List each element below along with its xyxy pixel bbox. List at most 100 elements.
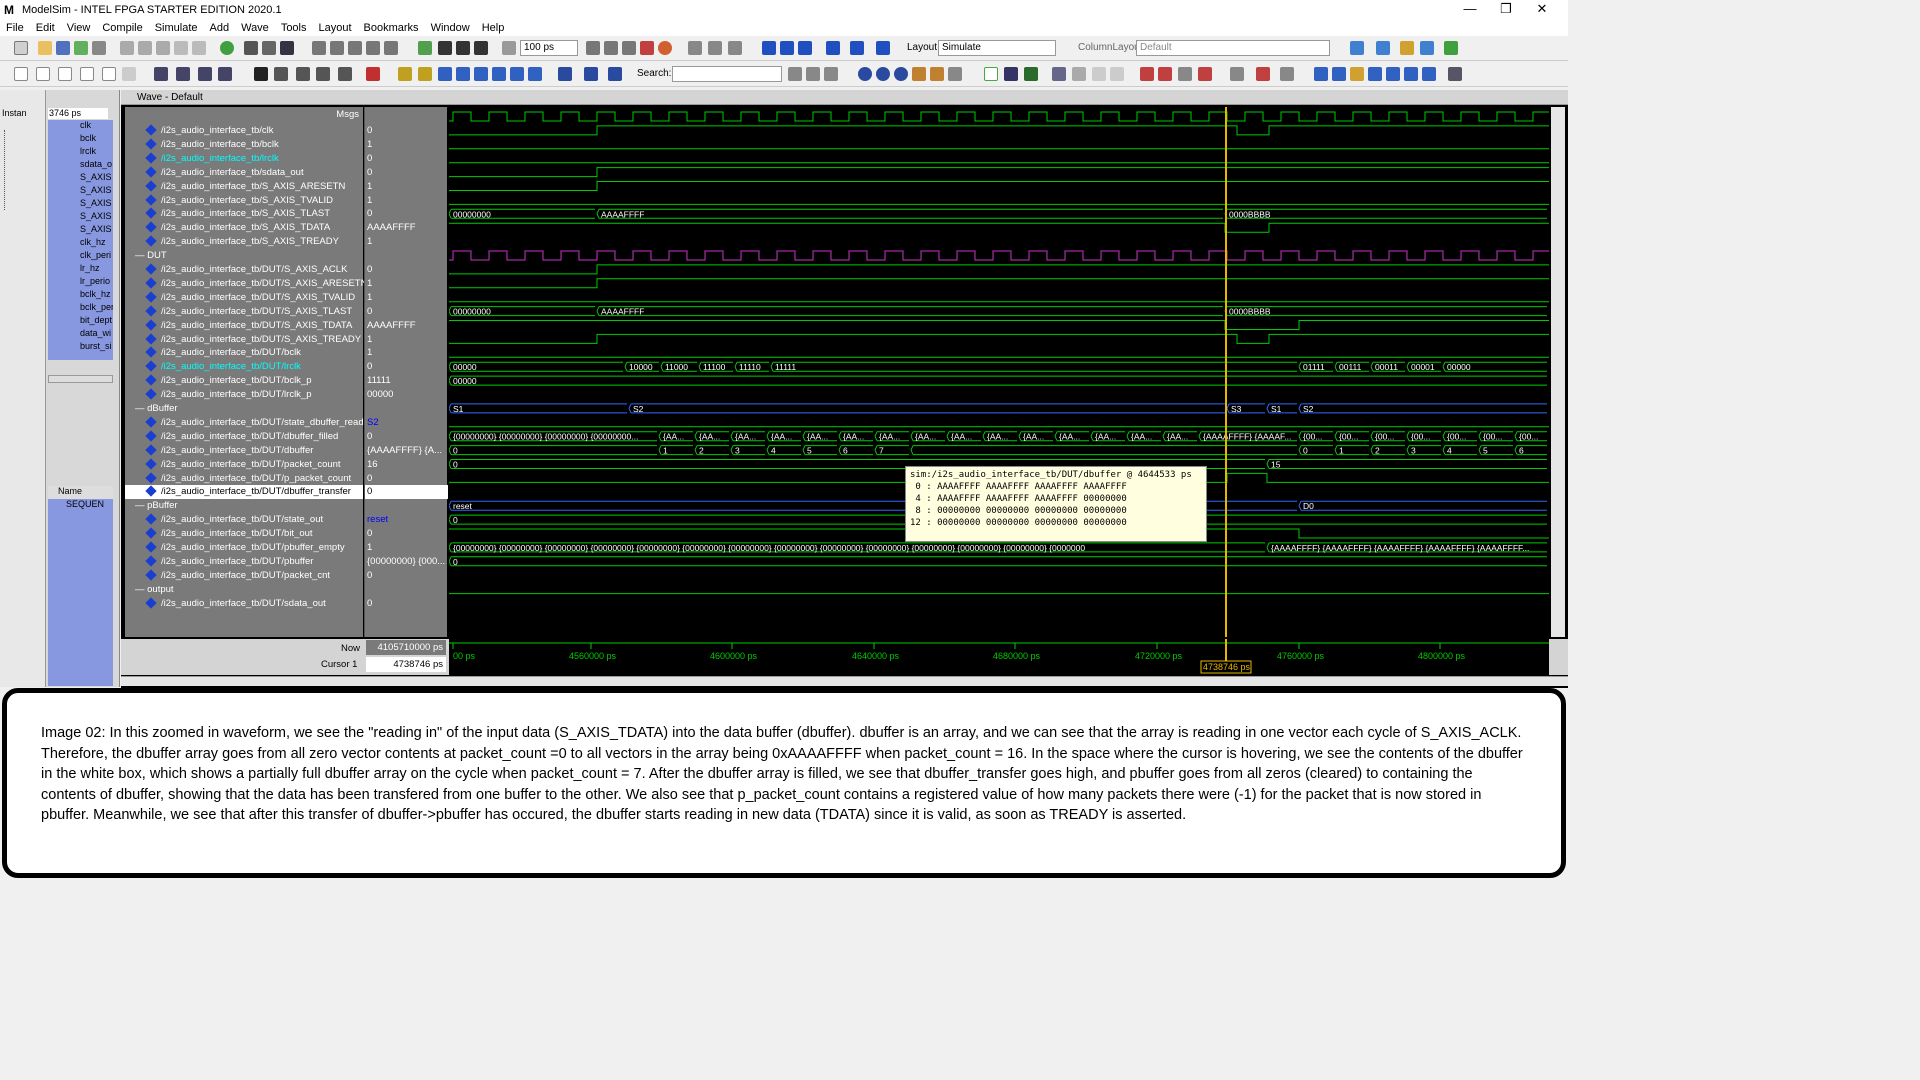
signal-group[interactable]: — output (125, 583, 174, 597)
step-down-icon[interactable] (826, 41, 840, 55)
signal-row[interactable]: /i2s_audio_interface_tb/DUT/dbuffer_fill… (125, 430, 363, 444)
wave-tool-4-icon[interactable] (1420, 41, 1434, 55)
compare-1-icon[interactable] (1230, 67, 1244, 81)
signal-row[interactable]: /i2s_audio_interface_tb/DUT/bclk_p (125, 374, 363, 388)
zoom-out-icon[interactable] (876, 67, 890, 81)
object-item[interactable]: lrclk (48, 146, 113, 159)
open-folder-icon[interactable] (38, 41, 52, 55)
nav-3-icon[interactable] (1350, 67, 1364, 81)
signal-row[interactable]: /i2s_audio_interface_tb/sdata_out (125, 166, 363, 180)
nav-5-icon[interactable] (1386, 67, 1400, 81)
break-icon[interactable] (366, 41, 380, 55)
copy-icon[interactable] (138, 41, 152, 55)
restart-icon[interactable] (418, 41, 432, 55)
wave-format-1-icon[interactable] (984, 67, 998, 81)
signal-row[interactable]: /i2s_audio_interface_tb/DUT/lrclk (125, 360, 363, 374)
close-button[interactable]: ✕ (1524, 0, 1560, 17)
step-6-icon[interactable] (122, 67, 136, 81)
ruler-icon[interactable] (338, 67, 352, 81)
object-item[interactable]: bit_dept (48, 315, 113, 328)
minimize-button[interactable]: — (1452, 0, 1488, 17)
maximize-button[interactable]: ❐ (1488, 0, 1524, 17)
hand-icon[interactable] (728, 41, 742, 55)
menu-view[interactable]: View (67, 22, 91, 34)
object-item[interactable]: burst_si (48, 341, 113, 354)
run-icon[interactable] (220, 41, 234, 55)
object-item[interactable]: lr_perio (48, 276, 113, 289)
object-item[interactable]: S_AXIS (48, 185, 113, 198)
forward-arrow-icon[interactable] (474, 41, 488, 55)
run-length-input[interactable]: 100 ps (520, 40, 578, 56)
object-item[interactable]: S_AXIS (48, 224, 113, 237)
zoom-box-icon[interactable] (274, 67, 288, 81)
object-item[interactable]: lr_hz (48, 263, 113, 276)
menu-tools[interactable]: Tools (281, 22, 307, 34)
compile-icon[interactable] (312, 41, 326, 55)
step-5-icon[interactable] (102, 67, 116, 81)
signal-row[interactable]: /i2s_audio_interface_tb/DUT/pbuffer (125, 555, 363, 569)
signal-name-column[interactable]: Msgs /i2s_audio_interface_tb/clk/i2s_aud… (125, 107, 367, 637)
nav-1-icon[interactable] (1314, 67, 1328, 81)
print-icon[interactable] (92, 41, 106, 55)
signal-row[interactable]: /i2s_audio_interface_tb/DUT/p_packet_cou… (125, 471, 363, 486)
object-item[interactable]: sdata_o (48, 159, 113, 172)
column-layout-select[interactable]: Default (1136, 40, 1330, 56)
cursor-lock-icon[interactable] (1178, 67, 1192, 81)
modelsim-icon[interactable] (280, 41, 294, 55)
cut-icon[interactable] (120, 41, 134, 55)
object-item[interactable]: S_AXIS (48, 172, 113, 185)
vertical-scrollbar[interactable] (1551, 107, 1565, 637)
horizontal-scrollbar[interactable] (121, 676, 1568, 686)
step-over-icon[interactable] (708, 41, 722, 55)
waveform-plot[interactable]: 00000000 AAAAFFFF 0000BBBB00000000 AAAAFFFF… (448, 107, 1549, 637)
waveform-area[interactable]: 00000000 AAAAFFFF 0000BBBB 00000000 AAAAFFFF… (448, 107, 1549, 637)
menu-edit[interactable]: Edit (36, 22, 55, 34)
object-item[interactable]: bclk (48, 133, 113, 146)
menu-help[interactable]: Help (482, 22, 505, 34)
object-item[interactable]: bclk_per (48, 302, 113, 315)
search-prev-icon[interactable] (806, 67, 820, 81)
process-item[interactable]: SEQUEN (48, 499, 113, 512)
break-run-icon[interactable] (640, 41, 654, 55)
menu-compile[interactable]: Compile (102, 22, 142, 34)
menu-simulate[interactable]: Simulate (155, 22, 198, 34)
signal-row[interactable]: /i2s_audio_interface_tb/DUT/pbuffer_empt… (125, 541, 363, 555)
find-next-icon[interactable] (584, 67, 598, 81)
pan-icon[interactable] (296, 67, 310, 81)
nav-8-icon[interactable] (1448, 67, 1462, 81)
signal-row[interactable]: /i2s_audio_interface_tb/DUT/lrclk_p (125, 388, 363, 402)
stop-icon[interactable] (384, 41, 398, 55)
nav-6-icon[interactable] (1404, 67, 1418, 81)
step-into-icon[interactable] (762, 41, 776, 55)
step-over-2-icon[interactable] (780, 41, 794, 55)
cursor-clear-icon[interactable] (1198, 67, 1212, 81)
menu-file[interactable]: File (6, 22, 24, 34)
run-continue-icon[interactable] (604, 41, 618, 55)
signal-row[interactable]: /i2s_audio_interface_tb/DUT/S_AXIS_TDATA (125, 318, 363, 333)
save-icon[interactable] (56, 41, 70, 55)
signal-row[interactable]: /i2s_audio_interface_tb/DUT/dbuffer (125, 444, 363, 458)
menu-bookmarks[interactable]: Bookmarks (364, 22, 419, 34)
signal-row[interactable]: /i2s_audio_interface_tb/DUT/S_AXIS_ARESE… (125, 277, 367, 291)
reload-icon[interactable] (74, 41, 88, 55)
compile-all-icon[interactable] (330, 41, 344, 55)
perf-3-icon[interactable] (198, 67, 212, 81)
cursor-1-icon[interactable] (398, 67, 412, 81)
instance-tree[interactable] (4, 130, 34, 210)
wave-format-6-icon[interactable] (1092, 67, 1106, 81)
signal-group[interactable]: — dBuffer (125, 402, 178, 416)
signal-row[interactable]: /i2s_audio_interface_tb/lrclk (125, 152, 363, 166)
select-pointer-icon[interactable] (254, 67, 268, 81)
perf-1-icon[interactable] (154, 67, 168, 81)
simulate-icon[interactable] (348, 41, 362, 55)
perf-4-icon[interactable] (218, 67, 232, 81)
signal-value-column[interactable]: 0 1 0 0 1 1 0 AAAAFFFF 1 0 1 1 0 AAAAFFFF 1 1 0 11111 0000… (364, 107, 448, 637)
menu-add[interactable]: Add (210, 22, 230, 34)
signal-row[interactable]: /i2s_audio_interface_tb/DUT/S_AXIS_TVALI… (125, 291, 363, 305)
zoom-range-icon[interactable] (930, 67, 944, 81)
new-file-icon[interactable] (14, 41, 28, 55)
menu-wave[interactable]: Wave (241, 22, 269, 34)
find-prev-icon[interactable] (558, 67, 572, 81)
step-back-icon[interactable] (850, 41, 864, 55)
objects-scrollbar[interactable] (48, 375, 113, 383)
